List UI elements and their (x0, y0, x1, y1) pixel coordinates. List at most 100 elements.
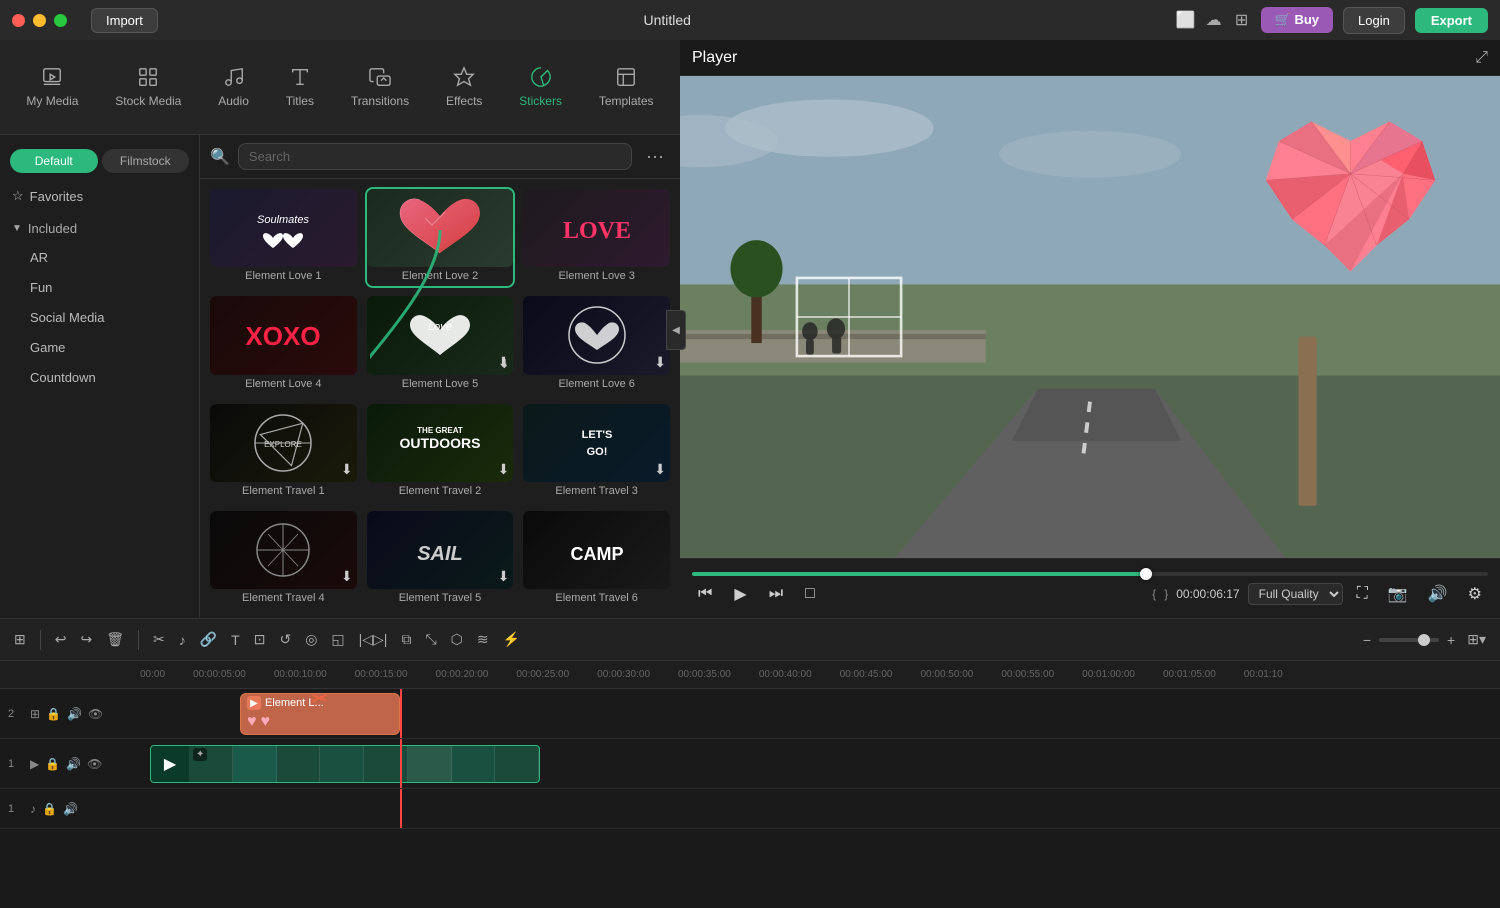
section-included-header[interactable]: ▼ Included (0, 215, 199, 242)
video-clip-thumb: ▶ (151, 745, 189, 783)
pip-button[interactable]: ⧉ (397, 627, 415, 652)
ruler-mark: 00:00:40:00 (759, 669, 840, 680)
video-clip[interactable]: ▶ (150, 745, 540, 783)
redo-button[interactable]: ↪ (76, 627, 96, 652)
zoom-in-button[interactable]: + (1443, 628, 1459, 652)
sticker-item-2[interactable]: Element Love 2 (365, 187, 516, 288)
cloud-upload-icon[interactable]: ☁ (1205, 11, 1223, 29)
effects-button[interactable]: ⬡ (447, 627, 467, 652)
toolbar-item-transitions[interactable]: Transitions (339, 60, 421, 114)
tab-default[interactable]: Default (10, 149, 98, 173)
sidebar-item-social-media[interactable]: Social Media (6, 303, 193, 332)
screenshot-button[interactable]: 📷 (1382, 582, 1414, 606)
progress-bar[interactable] (692, 572, 1488, 576)
crop-button[interactable]: ⊡ (250, 627, 270, 652)
sidebar-item-fun[interactable]: Fun (6, 273, 193, 302)
video-track-icon[interactable]: ▶ (30, 757, 39, 771)
timeline-content: 00:00 00:00:05:00 00:00:10:00 00:00:15:0… (0, 661, 1500, 908)
traffic-light-close[interactable] (12, 14, 25, 27)
buy-button[interactable]: 🛒 Buy (1261, 7, 1333, 33)
undo-button[interactable]: ↩ (51, 627, 71, 652)
toolbar-item-my-media[interactable]: My Media (14, 60, 90, 114)
sidebar-item-favorites[interactable]: ☆ Favorites (0, 181, 199, 211)
sticker-item-5[interactable]: Love⬇ ⬇ Element Love 5 (365, 294, 516, 395)
traffic-light-minimize[interactable] (33, 14, 46, 27)
toolbar-item-stock-media[interactable]: Stock Media (103, 60, 193, 114)
toolbar-item-templates[interactable]: Templates (587, 60, 666, 114)
export-button[interactable]: Export (1415, 8, 1488, 33)
quality-select[interactable]: Full Quality (1248, 583, 1343, 605)
sidebar-item-ar[interactable]: AR (6, 243, 193, 272)
sticker-item-9[interactable]: LET'SGO! ⬇ Element Travel 3 (521, 402, 672, 503)
sticker-item-1[interactable]: Soulmates Element Love 1 (208, 187, 359, 288)
eye-icon[interactable]: 👁 (87, 757, 102, 771)
sticker-item-8[interactable]: THE GREATOUTDOORS ⬇ Element Travel 2 (365, 402, 516, 503)
eye-icon[interactable]: 👁 (88, 707, 103, 721)
zoom-out-button[interactable]: − (1359, 628, 1375, 652)
step-back-button[interactable]: ⏮ (692, 583, 718, 605)
toolbar-item-titles[interactable]: Titles (274, 60, 326, 114)
zoom-slider[interactable] (1379, 638, 1439, 642)
more-options-button[interactable]: ··· (640, 146, 670, 167)
layout-toggle-button[interactable]: ⊞ (10, 627, 30, 652)
svg-text:CAMP: CAMP (570, 544, 623, 564)
panel-collapse-button[interactable]: ◀ (666, 310, 686, 350)
speed-button[interactable]: ⚡ (499, 627, 524, 652)
lock-icon[interactable]: 🔒 (45, 757, 60, 771)
audio-track-body (140, 789, 1500, 828)
tab-filmstock[interactable]: Filmstock (102, 149, 190, 173)
toolbar-item-audio[interactable]: Audio (206, 60, 261, 114)
download-icon: ⬇ (341, 461, 353, 478)
cut-button[interactable]: ✂ (149, 627, 169, 652)
toolbar-item-effects[interactable]: Effects (434, 60, 494, 114)
layout-options-button[interactable]: ⊞▾ (1463, 627, 1490, 652)
audio-effects-button[interactable]: ≋ (473, 627, 493, 652)
text-button[interactable]: T (227, 628, 244, 652)
key-button[interactable]: ◱ (327, 627, 348, 652)
audio-icon[interactable]: 🔊 (67, 707, 82, 721)
sticker-item-3[interactable]: LOVE Element Love 3 (521, 187, 672, 288)
traffic-light-maximize[interactable] (54, 14, 67, 27)
settings-button[interactable]: ⚙ (1462, 582, 1488, 606)
sidebar-item-game[interactable]: Game (6, 333, 193, 362)
sticker-item-6[interactable]: ⬇ ⬇ Element Love 6 (521, 294, 672, 395)
link-button[interactable]: 🔗 (196, 627, 221, 652)
layout-icon[interactable]: ⊞ (1233, 11, 1251, 29)
track-row-sticker: 2 ⊞ 🔒 🔊 👁 ✂ ▶ (0, 689, 1500, 739)
sticker-item-7[interactable]: EXPLORE ⬇ Element Travel 1 (208, 402, 359, 503)
import-button[interactable]: Import (91, 8, 158, 33)
monitor-icon[interactable]: ⬜ (1177, 11, 1195, 29)
window-title: Untitled (644, 12, 691, 28)
login-button[interactable]: Login (1343, 7, 1405, 34)
step-forward-button[interactable]: ⏭ (763, 583, 789, 605)
search-input[interactable] (238, 143, 632, 170)
sticker-panel: Default Filmstock ☆ Favorites ▼ Included… (0, 135, 680, 618)
play-button[interactable]: ▶ (728, 582, 752, 606)
sticker-item-12[interactable]: CAMP Element Travel 6 (521, 509, 672, 610)
player-fullscreen-icon[interactable]: ⤢ (1475, 49, 1488, 67)
audio-icon[interactable]: 🔊 (63, 802, 78, 816)
lock-icon[interactable]: 🔒 (46, 707, 61, 721)
sidebar-item-countdown[interactable]: Countdown (6, 363, 193, 392)
scale-button[interactable]: ⤡ (421, 627, 440, 652)
color-button[interactable]: ◎ (301, 627, 321, 652)
lock-icon[interactable]: 🔒 (42, 802, 57, 816)
audio-track-icon[interactable]: ♪ (30, 802, 36, 816)
sticker-item-11[interactable]: SAIL ⬇ Element Travel 5 (365, 509, 516, 610)
loop-button[interactable]: □ (799, 583, 821, 605)
sticker-item-10[interactable]: ⬇ Element Travel 4 (208, 509, 359, 610)
sticker-item-4[interactable]: XOXO Element Love 4 (208, 294, 359, 395)
audio-icon[interactable]: 🔊 (66, 757, 81, 771)
controls-row: ⏮ ▶ ⏭ □ { } 00:00:06:17 Full Quality ⛶ 📷… (692, 582, 1488, 606)
sticker-clip[interactable]: ✂ ▶ Element L... ♥ ♥ (240, 693, 400, 735)
toolbar-item-stickers[interactable]: Stickers (507, 60, 574, 114)
add-track-icon[interactable]: ⊞ (30, 707, 40, 721)
split-button[interactable]: |◁▷| (355, 627, 392, 652)
fullscreen-button[interactable]: ⛶ (1351, 583, 1374, 605)
audio-split-button[interactable]: ♪ (175, 628, 190, 652)
rotate-left-button[interactable]: ↺ (275, 627, 295, 652)
volume-button[interactable]: 🔊 (1422, 582, 1454, 606)
scissors-icon: ✂ (312, 693, 329, 711)
player-controls: ⏮ ▶ ⏭ □ { } 00:00:06:17 Full Quality ⛶ 📷… (680, 558, 1500, 618)
delete-button[interactable]: 🗑 (102, 627, 128, 652)
